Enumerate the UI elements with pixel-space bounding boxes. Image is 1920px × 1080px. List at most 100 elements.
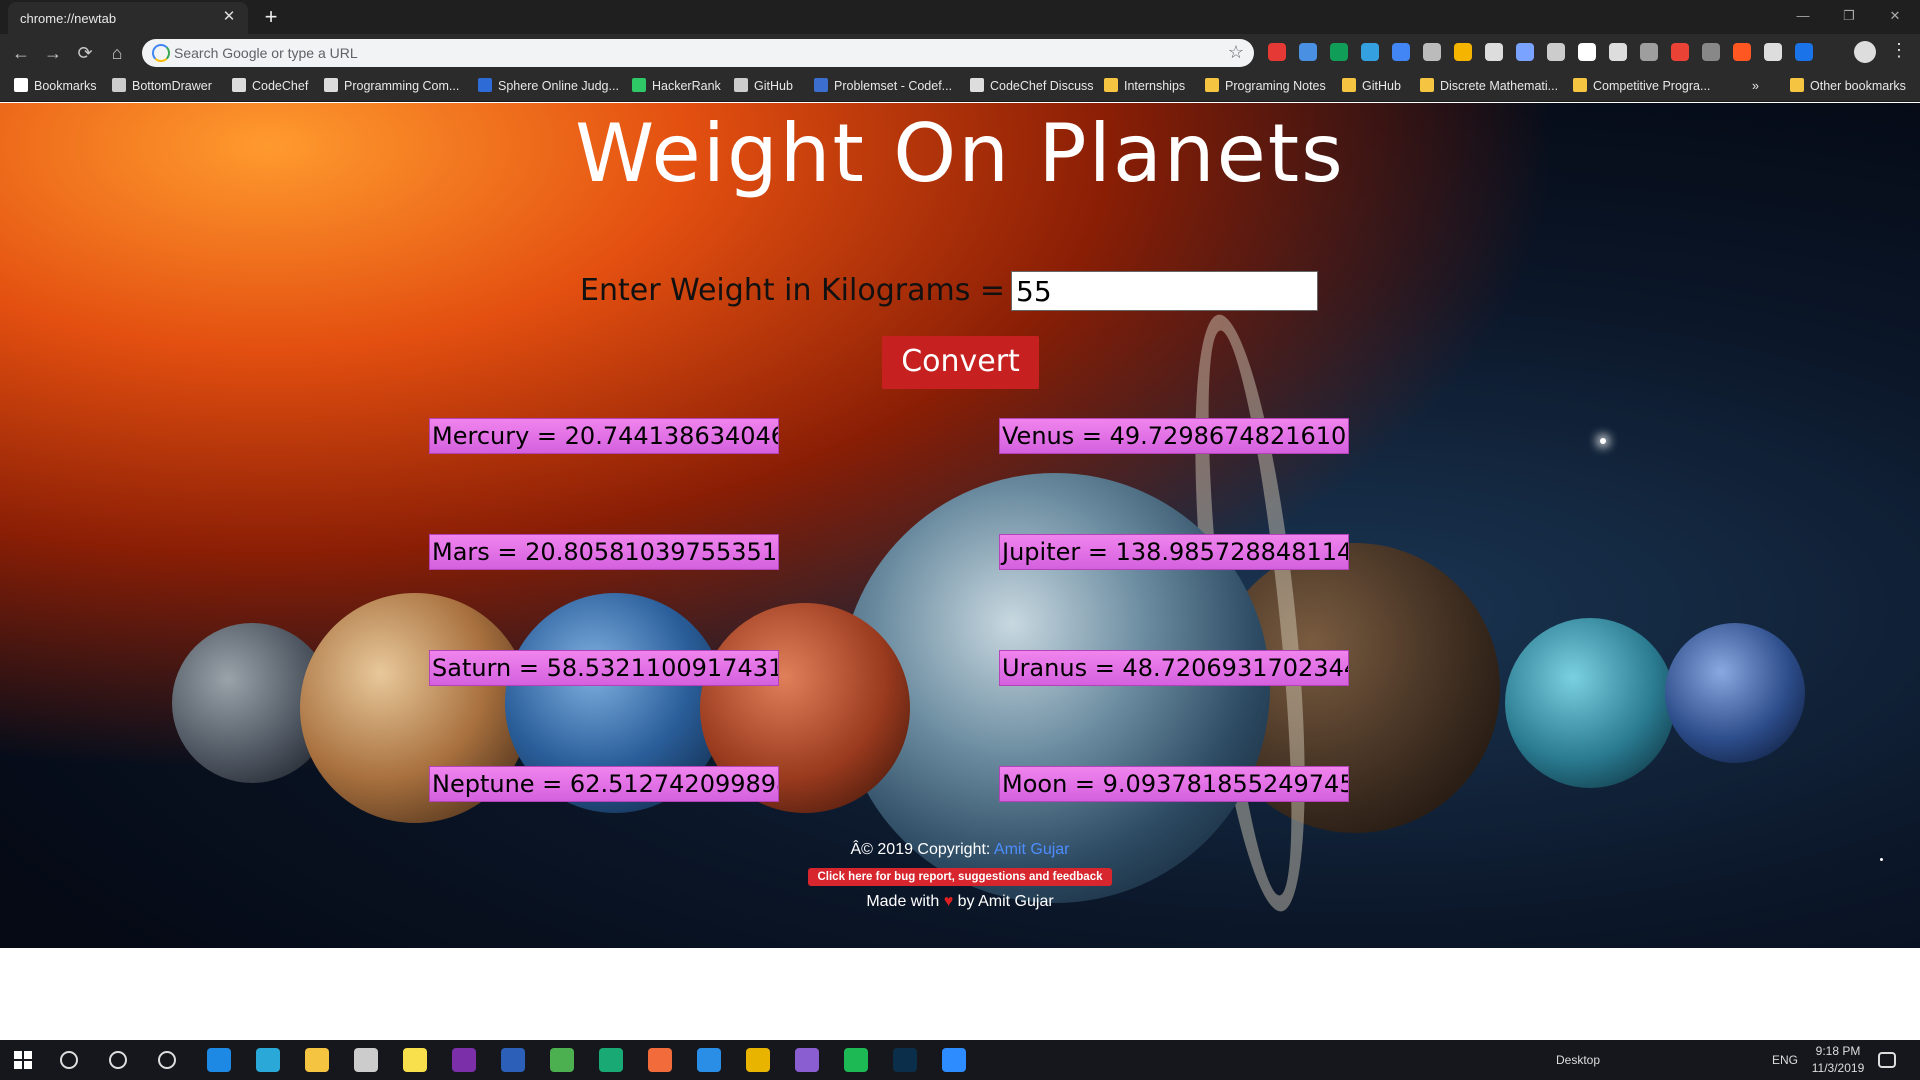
- gitkraken-icon[interactable]: [599, 1048, 623, 1072]
- extension-icon[interactable]: [1764, 43, 1782, 61]
- page-title: Weight On Planets: [575, 107, 1345, 200]
- result-saturn: Saturn = 58.532110091743114: [429, 650, 779, 686]
- bookmark-item[interactable]: Programing Notes: [1205, 77, 1326, 95]
- extension-icon[interactable]: [1578, 43, 1596, 61]
- bookmark-item[interactable]: Sphere Online Judg...: [478, 77, 619, 95]
- window-close-icon[interactable]: ✕: [1872, 2, 1918, 30]
- browser-tab-strip: chrome://newtab ✕ + — ❐ ✕: [0, 0, 1920, 34]
- bookmark-item[interactable]: BottomDrawer: [112, 77, 212, 95]
- reload-icon[interactable]: ⟳: [72, 40, 98, 66]
- windows-start-icon[interactable]: [14, 1051, 32, 1069]
- bookmark-item[interactable]: Bookmarks: [14, 77, 97, 95]
- address-bar[interactable]: Search Google or type a URL ☆: [142, 39, 1254, 67]
- onenote-icon[interactable]: [452, 1048, 476, 1072]
- extension-icon[interactable]: [1547, 43, 1565, 61]
- clock-time[interactable]: 9:18 PM: [1812, 1044, 1864, 1058]
- bookmark-item[interactable]: Problemset - Codef...: [814, 77, 952, 95]
- search-icon[interactable]: [60, 1051, 78, 1069]
- extension-icon[interactable]: [1609, 43, 1627, 61]
- bookmarks-overflow-icon[interactable]: »: [1752, 77, 1759, 95]
- tab-newtab[interactable]: chrome://newtab ✕: [8, 2, 248, 34]
- spoj-icon: [478, 78, 492, 92]
- codechef-icon: [232, 78, 246, 92]
- extension-icon[interactable]: [1268, 43, 1286, 61]
- folder-icon: [1573, 78, 1587, 92]
- bookmark-star-icon[interactable]: ☆: [1228, 42, 1244, 63]
- bookmark-item[interactable]: CodeChef: [232, 77, 308, 95]
- profile-avatar[interactable]: [1854, 41, 1876, 63]
- photoshop-icon[interactable]: [893, 1048, 917, 1072]
- bookmark-item[interactable]: CodeChef Discuss: [970, 77, 1094, 95]
- extension-icon[interactable]: [1485, 43, 1503, 61]
- minimize-icon[interactable]: —: [1780, 2, 1826, 30]
- extension-icon[interactable]: [1671, 43, 1689, 61]
- result-uranus: Uranus = 48.72069317023445: [999, 650, 1349, 686]
- language-indicator[interactable]: ENG: [1772, 1053, 1798, 1067]
- author-link[interactable]: Amit Gujar: [994, 841, 1070, 858]
- extension-icon[interactable]: [1361, 43, 1379, 61]
- extension-icon[interactable]: [1299, 43, 1317, 61]
- result-mars: Mars = 20.805810397553515: [429, 534, 779, 570]
- codechef-icon: [324, 78, 338, 92]
- bug-report-button[interactable]: Click here for bug report, suggestions a…: [808, 868, 1112, 886]
- sticky-notes-icon[interactable]: [403, 1048, 427, 1072]
- folder-icon: [1104, 78, 1118, 92]
- extension-icon[interactable]: [1516, 43, 1534, 61]
- convert-button[interactable]: Convert: [882, 336, 1039, 389]
- close-tab-icon[interactable]: ✕: [220, 8, 238, 26]
- vscode-icon[interactable]: [697, 1048, 721, 1072]
- mail-icon[interactable]: [354, 1048, 378, 1072]
- bookmark-item[interactable]: Programming Com...: [324, 77, 459, 95]
- home-icon[interactable]: ⌂: [104, 40, 130, 66]
- other-bookmarks[interactable]: Other bookmarks: [1790, 77, 1906, 95]
- extension-icon[interactable]: [1423, 43, 1441, 61]
- calc-icon[interactable]: [256, 1048, 280, 1072]
- chrome-icon[interactable]: [746, 1048, 770, 1072]
- result-mercury: Mercury = 20.74413863404689: [429, 418, 779, 454]
- made-with-text: Made with ♥ by Amit Gujar: [866, 893, 1054, 910]
- bookmark-item[interactable]: Discrete Mathemati...: [1420, 77, 1558, 95]
- bookmark-item[interactable]: GitHub: [734, 77, 793, 95]
- extension-icon[interactable]: [1454, 43, 1472, 61]
- extension-icon[interactable]: [1392, 43, 1410, 61]
- android-studio-icon[interactable]: [550, 1048, 574, 1072]
- restore-icon[interactable]: ❐: [1826, 2, 1872, 30]
- menu-icon[interactable]: ⋮: [1890, 40, 1908, 61]
- extension-icon[interactable]: [1640, 43, 1658, 61]
- uranus-image: [1505, 618, 1675, 788]
- desktop-toolbar-label[interactable]: Desktop: [1556, 1053, 1600, 1067]
- extension-icon[interactable]: [1733, 43, 1751, 61]
- edge-icon[interactable]: [207, 1048, 231, 1072]
- weight-input[interactable]: [1011, 271, 1318, 311]
- extension-icon[interactable]: [1702, 43, 1720, 61]
- word-icon[interactable]: [501, 1048, 525, 1072]
- extension-icon[interactable]: [1330, 43, 1348, 61]
- copyright-text: Â© 2019 Copyright: Amit Gujar: [850, 841, 1070, 858]
- folder-icon: [1790, 78, 1804, 92]
- bookmark-item[interactable]: HackerRank: [632, 77, 721, 95]
- cortana-icon[interactable]: [109, 1051, 127, 1069]
- forward-icon[interactable]: →: [40, 40, 66, 66]
- back-icon[interactable]: ←: [8, 40, 34, 66]
- spotify-icon[interactable]: [844, 1048, 868, 1072]
- bookmark-item[interactable]: GitHub: [1342, 77, 1401, 95]
- task-view-icon[interactable]: [158, 1051, 176, 1069]
- folder-icon: [1205, 78, 1219, 92]
- extension-icon[interactable]: [1795, 43, 1813, 61]
- bookmark-item[interactable]: Internships: [1104, 77, 1185, 95]
- bookmark-item[interactable]: Competitive Progra...: [1573, 77, 1710, 95]
- neptune-image: [1665, 623, 1805, 763]
- tab-title: chrome://newtab: [20, 11, 117, 26]
- planet-weight-page: Weight On Planets Enter Weight in Kilogr…: [0, 103, 1920, 948]
- postman-icon[interactable]: [648, 1048, 672, 1072]
- notifications-icon[interactable]: [1878, 1052, 1896, 1068]
- visual-studio-icon[interactable]: [795, 1048, 819, 1072]
- hackerrank-icon: [632, 78, 646, 92]
- new-tab-button[interactable]: +: [258, 4, 284, 30]
- explorer-icon[interactable]: [305, 1048, 329, 1072]
- zoom-icon[interactable]: [942, 1048, 966, 1072]
- address-bar-placeholder: Search Google or type a URL: [174, 45, 358, 61]
- clock-date[interactable]: 11/3/2019: [1808, 1061, 1868, 1075]
- star-image: [1600, 438, 1606, 444]
- codeforces-icon: [814, 78, 828, 92]
